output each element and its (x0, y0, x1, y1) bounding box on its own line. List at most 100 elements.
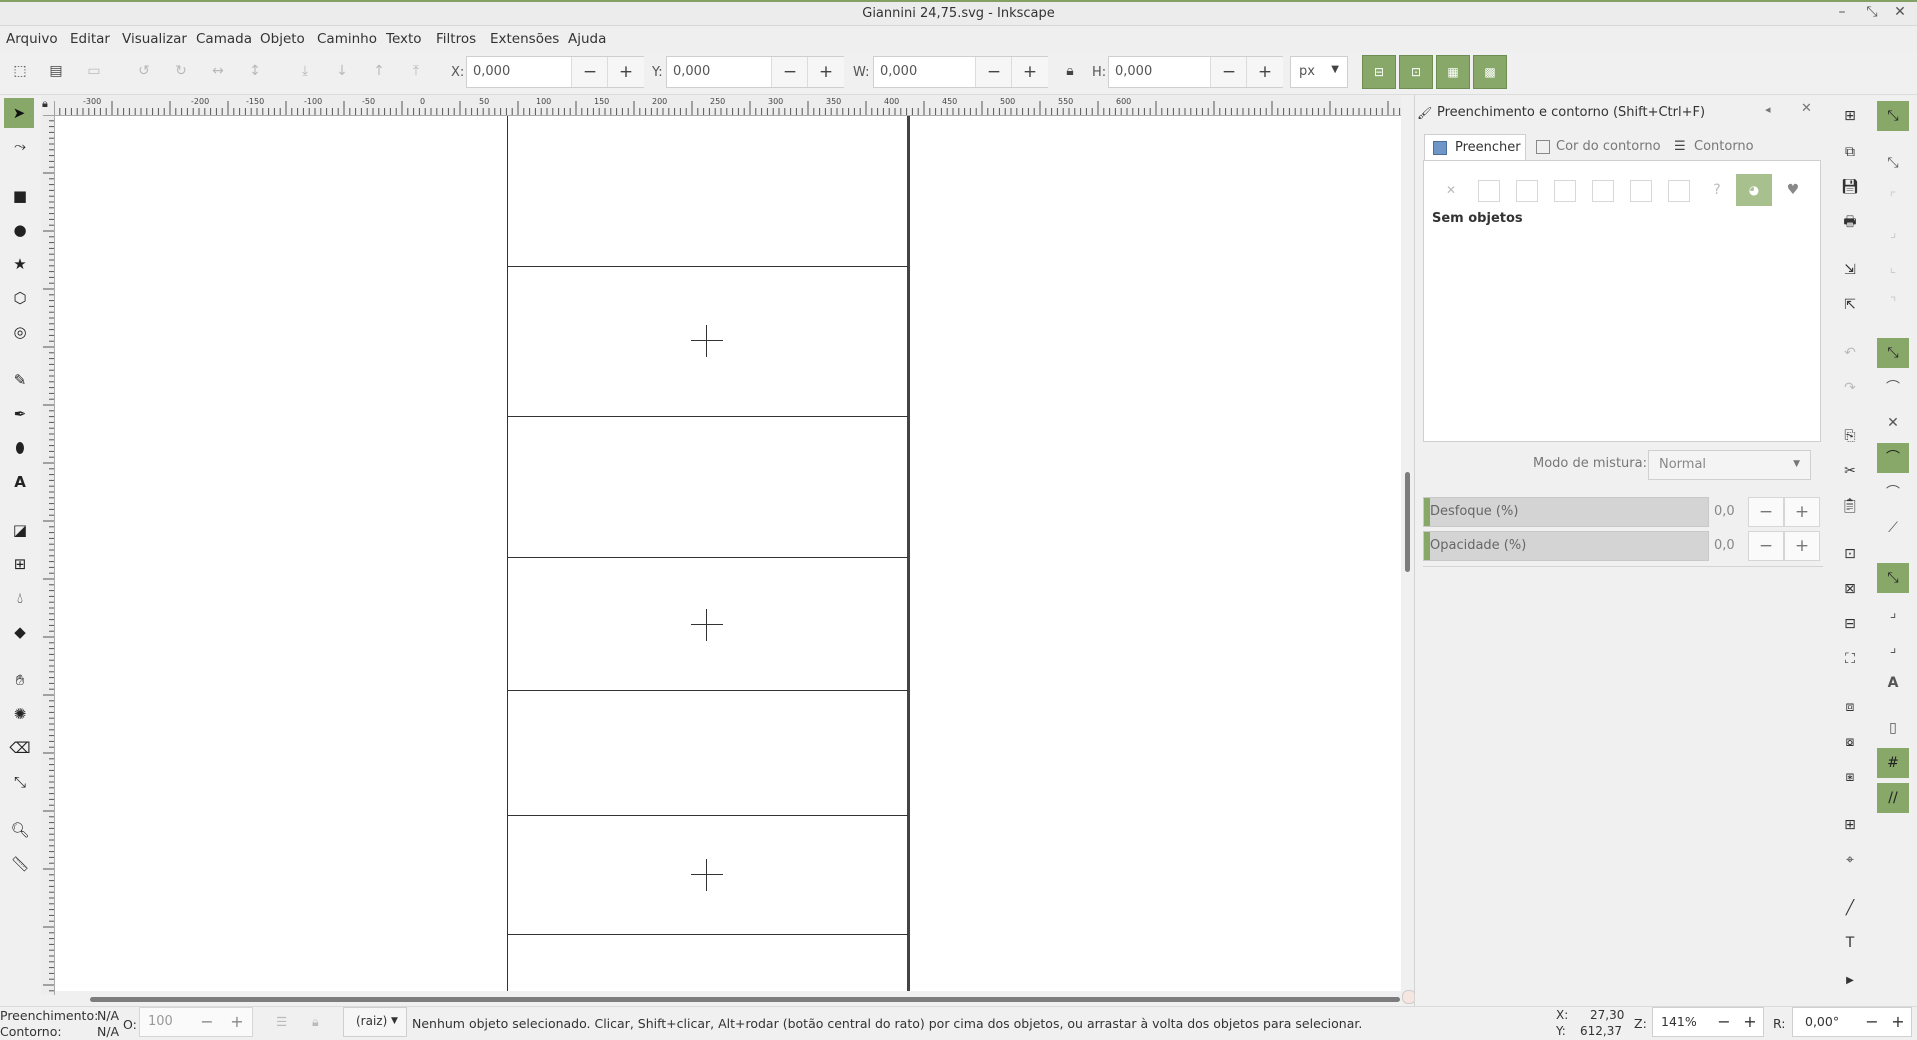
blur-value[interactable]: 0,0 (1710, 497, 1744, 527)
rotate-ccw-icon[interactable]: ↺ (135, 62, 153, 80)
opacity-decrement-button[interactable]: − (192, 1008, 222, 1036)
snap-bbox-edge-icon[interactable]: ⌜ (1877, 183, 1909, 213)
lock-ratio-icon[interactable]: 🔒︎ (1061, 62, 1079, 80)
snap-path-icon[interactable]: ⌒ (1877, 373, 1909, 403)
pencil-tool-icon[interactable]: ✎ (8, 369, 32, 391)
rectangle-tool-icon[interactable]: ■ (8, 185, 32, 207)
rotate-cw-icon[interactable]: ↻ (172, 62, 190, 80)
zoom-selection-icon[interactable]: ⊡ (1840, 543, 1860, 565)
menu-ajuda[interactable]: Ajuda (568, 31, 606, 47)
snap-guide-icon[interactable]: // (1877, 783, 1909, 813)
open-document-icon[interactable]: ⧉ (1840, 141, 1860, 163)
rotation-field[interactable]: 0,00° − + (1792, 1007, 1912, 1037)
clone-icon[interactable]: ⧇ (1840, 731, 1860, 753)
dropper-tool-icon[interactable]: 💧︎ (8, 587, 32, 609)
vertical-scrollbar[interactable] (1402, 116, 1412, 996)
eraser-tool-icon[interactable]: ⌫ (8, 737, 32, 759)
transform-gradients-icon[interactable]: ▦ (1436, 55, 1470, 89)
flip-vertical-icon[interactable]: ↕ (246, 62, 264, 80)
snap-bbox-midpoint-icon[interactable]: ⌞ (1877, 253, 1909, 283)
snap-rotation-center-icon[interactable]: ⌟ (1877, 633, 1909, 663)
layer-lock-icon[interactable]: 🔒︎ (312, 1014, 319, 1030)
lower-to-bottom-icon[interactable]: ⤓ (296, 62, 314, 80)
y-increment-button[interactable]: + (807, 57, 844, 87)
snap-cusp-icon[interactable]: ⌒ (1877, 443, 1909, 473)
fill-rule-nonzero-icon[interactable]: ♥ (1782, 180, 1804, 202)
selector-tool-icon[interactable]: ➤ (4, 98, 34, 128)
vertical-ruler[interactable] (41, 114, 55, 995)
import-icon[interactable]: ⇲ (1840, 259, 1860, 281)
redo-icon[interactable]: ↷ (1840, 377, 1860, 399)
unit-select[interactable]: px ▼ (1290, 56, 1348, 88)
snap-others-icon[interactable]: ⤡ (1877, 563, 1909, 593)
snap-bbox-icon[interactable]: ⤡ (1877, 148, 1909, 178)
snap-bbox-center-icon[interactable]: ⌝ (1877, 288, 1909, 318)
vertical-scroll-thumb[interactable] (1405, 472, 1410, 572)
cut-icon[interactable]: ✂ (1840, 460, 1860, 482)
menu-editar[interactable]: Editar (70, 31, 110, 47)
menu-visualizar[interactable]: Visualizar (122, 31, 187, 47)
scale-corners-icon[interactable]: ⊡ (1399, 55, 1433, 89)
rotate-cw-button[interactable]: + (1885, 1008, 1911, 1036)
paste-icon[interactable]: 📋︎ (1840, 495, 1860, 517)
no-paint-icon[interactable]: ✕ (1440, 180, 1462, 202)
swatch-icon[interactable] (1668, 180, 1690, 202)
snap-enable-icon[interactable]: ⤡ (1877, 101, 1909, 131)
spray-tool-icon[interactable]: ✺ (8, 703, 32, 725)
snap-intersection-icon[interactable]: ✕ (1877, 408, 1909, 438)
text-tool-icon[interactable]: A (8, 471, 32, 493)
rotate-ccw-button[interactable]: − (1859, 1008, 1885, 1036)
xml-editor-icon[interactable]: ⊞ (1840, 814, 1860, 836)
zoom-tool-icon[interactable]: 🔍︎ (8, 819, 32, 841)
tab-fill[interactable]: Preencher (1424, 134, 1526, 161)
opacity-decrement-button[interactable]: − (1748, 531, 1784, 561)
opacity-increment-button[interactable]: + (222, 1008, 252, 1036)
copy-icon[interactable]: ⎘ (1840, 425, 1860, 447)
tweak-tool-icon[interactable]: ✋︎ (8, 669, 32, 691)
deselect-icon[interactable]: ▭ (85, 62, 103, 80)
transform-patterns-icon[interactable]: ▩ (1473, 55, 1507, 89)
fill-indicator-value[interactable]: N/A (97, 1008, 119, 1023)
menu-objeto[interactable]: Objeto (260, 31, 305, 47)
w-decrement-button[interactable]: − (975, 57, 1012, 87)
spiral-tool-icon[interactable]: ◎ (8, 321, 32, 343)
unset-paint-icon[interactable]: ? (1706, 180, 1728, 202)
radial-gradient-icon[interactable] (1554, 180, 1576, 202)
snap-page-border-icon[interactable]: ▯ (1877, 713, 1909, 743)
minimize-button[interactable]: – (1832, 4, 1852, 20)
duplicate-icon[interactable]: ⧈ (1840, 696, 1860, 718)
opacity-field[interactable]: 100 − + (139, 1007, 253, 1037)
align-icon[interactable]: ⌖ (1840, 849, 1860, 871)
zoom-field[interactable]: 141% − + (1652, 1007, 1764, 1037)
zoom-width-icon[interactable]: ⛶ (1840, 648, 1860, 670)
fill-rule-evenodd-icon[interactable]: ◕ (1736, 174, 1772, 206)
mesh-gradient-icon[interactable] (1592, 180, 1614, 202)
3d-box-tool-icon[interactable]: ⬡ (8, 287, 32, 309)
h-decrement-button[interactable]: − (1210, 57, 1247, 87)
connector-tool-icon[interactable]: ⤡ (8, 771, 32, 793)
opacity-slider[interactable]: Opacidade (%) (1423, 531, 1709, 561)
drawing-canvas[interactable] (55, 116, 1401, 991)
pattern-icon[interactable] (1630, 180, 1652, 202)
tab-stroke-paint[interactable]: Cor do contorno (1536, 134, 1666, 160)
export-icon[interactable]: ⇱ (1840, 294, 1860, 316)
snap-object-center-icon[interactable]: ⌟ (1877, 598, 1909, 628)
snap-text-baseline-icon[interactable]: A (1877, 668, 1909, 698)
more-commands-icon[interactable]: ▶ (1840, 970, 1860, 992)
raise-to-top-icon[interactable]: ⤒ (407, 62, 425, 80)
unlink-clone-icon[interactable]: ⧆ (1840, 766, 1860, 788)
blur-decrement-button[interactable]: − (1748, 497, 1784, 527)
lock-guides-icon[interactable]: 🔒︎ (42, 97, 48, 111)
save-icon[interactable]: 💾︎ (1840, 176, 1860, 198)
horizontal-ruler[interactable]: -300 -200 -150 -100 -50 0 50 100 150 200 250 300 350… (53, 95, 1401, 116)
snap-bbox-corner-icon[interactable]: ⌟ (1877, 218, 1909, 248)
blur-increment-button[interactable]: + (1784, 497, 1820, 527)
opacity-increment-button[interactable]: + (1784, 531, 1820, 561)
node-tool-icon[interactable]: ⤳ (8, 135, 32, 157)
snap-smooth-icon[interactable]: ⌒ (1877, 478, 1909, 508)
pen-tool-icon[interactable]: ✒ (8, 403, 32, 425)
star-tool-icon[interactable]: ★ (8, 253, 32, 275)
zoom-drawing-icon[interactable]: ⊠ (1840, 578, 1860, 600)
calligraphy-tool-icon[interactable]: ⬮ (8, 437, 32, 459)
y-field[interactable]: 0,000 − + (666, 56, 844, 88)
